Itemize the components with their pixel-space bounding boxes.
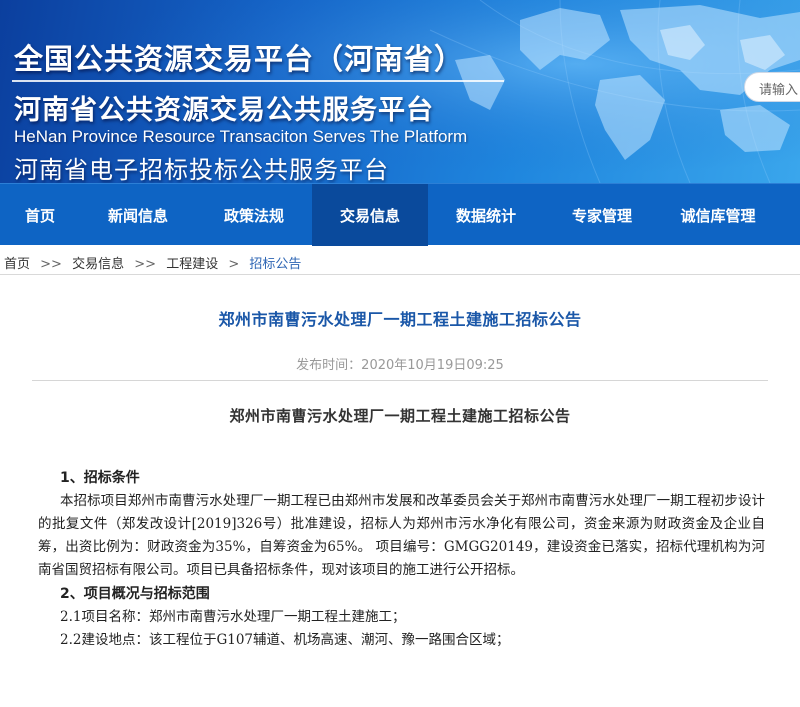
breadcrumb-tender-notice[interactable]: 招标公告 xyxy=(249,257,301,272)
breadcrumb-separator: > xyxy=(228,257,240,272)
platform-title-english: HeNan Province Resource Transaciton Serv… xyxy=(14,127,468,146)
nav-expert[interactable]: 专家管理 xyxy=(544,184,660,246)
breadcrumb-separator: >> xyxy=(40,257,62,272)
project-location-item: 2.2建设地点：该工程位于G107辅道、机场高速、潮河、豫一路围合区域； xyxy=(60,632,510,648)
article-inner-title: 郑州市南曹污水处理厂一期工程土建施工招标公告 xyxy=(229,407,571,425)
nav-statistics[interactable]: 数据统计 xyxy=(428,184,544,246)
breadcrumb-separator: >> xyxy=(134,257,157,272)
nav-news[interactable]: 新闻信息 xyxy=(80,184,196,246)
section-body-tender-conditions: 本招标项目郑州市南曹污水处理厂一期工程已由郑州市发展和改革委员会关于郑州市南曹污… xyxy=(38,493,765,578)
section-heading-tender-conditions: 1、招标条件 xyxy=(60,470,140,486)
breadcrumb: 首页 >> 交易信息 >> 工程建设 > 招标公告 xyxy=(0,245,800,275)
header-banner: 全国公共资源交易平台（河南省） 河南省公共资源交易公共服务平台 HeNan Pr… xyxy=(0,0,800,183)
breadcrumb-construction[interactable]: 工程建设 xyxy=(166,257,218,272)
project-name-item: 2.1项目名称：郑州市南曹污水处理厂一期工程土建施工； xyxy=(60,609,406,625)
banner-divider xyxy=(12,80,504,82)
breadcrumb-home[interactable]: 首页 xyxy=(4,257,30,272)
article-content: 1、招标条件 本招标项目郑州市南曹污水处理厂一期工程已由郑州市发展和改革委员会关… xyxy=(38,466,765,652)
platform-title-main: 全国公共资源交易平台（河南省） xyxy=(14,42,465,76)
nav-home[interactable]: 首页 xyxy=(0,184,80,246)
nav-policy[interactable]: 政策法规 xyxy=(196,184,312,246)
article-divider xyxy=(32,380,768,381)
main-nav: 首页 新闻信息 政策法规 交易信息 数据统计 专家管理 诚信库管理 xyxy=(0,183,800,246)
platform-title-ebid: 河南省电子招标投标公共服务平台 xyxy=(14,156,389,183)
platform-title-sub: 河南省公共资源交易公共服务平台 xyxy=(14,95,434,126)
nav-trade-info[interactable]: 交易信息 xyxy=(312,184,428,246)
nav-credit[interactable]: 诚信库管理 xyxy=(660,184,776,246)
publish-time: 发布时间：2020年10月19日09:25 xyxy=(296,358,504,373)
article: 郑州市南曹污水处理厂一期工程土建施工招标公告 发布时间：2020年10月19日0… xyxy=(0,306,800,652)
article-title: 郑州市南曹污水处理厂一期工程土建施工招标公告 xyxy=(218,310,582,329)
breadcrumb-trade-info[interactable]: 交易信息 xyxy=(72,257,124,272)
search-input[interactable]: 请输入 xyxy=(744,72,800,102)
section-heading-project-overview: 2、项目概况与招标范围 xyxy=(60,586,210,602)
